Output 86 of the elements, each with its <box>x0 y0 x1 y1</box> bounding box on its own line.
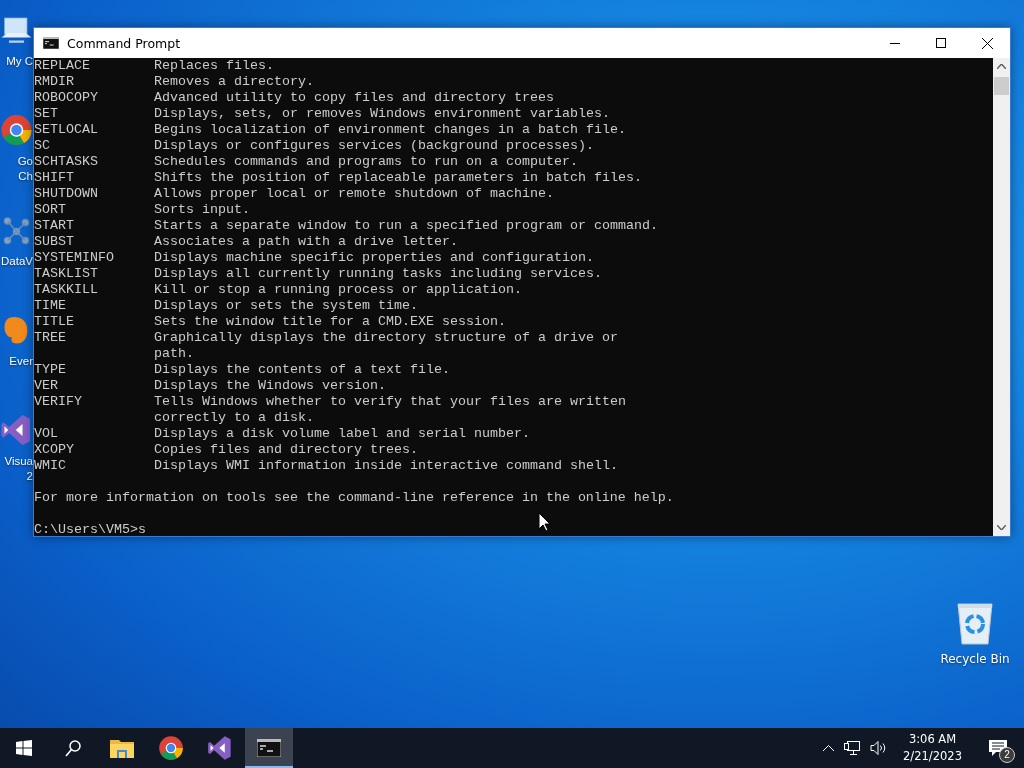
notifications-button[interactable]: 2 <box>976 728 1020 768</box>
scrollbar[interactable] <box>993 58 1010 536</box>
command-description: correctly to a disk. <box>154 410 315 426</box>
command-name: SHIFT <box>34 170 75 186</box>
scrollbar-thumb[interactable] <box>994 77 1009 95</box>
search-icon <box>65 739 81 757</box>
command-name: TYPE <box>34 362 67 378</box>
command-name: SUBST <box>34 234 75 250</box>
command-name: VERIFY <box>34 394 83 410</box>
window-title: Command Prompt <box>67 35 182 51</box>
maximize-icon <box>936 38 946 48</box>
command-name: RMDIR <box>34 74 75 90</box>
close-icon <box>981 37 993 49</box>
command-description: Replaces files. <box>154 58 274 74</box>
show-hidden-icons-button[interactable] <box>821 745 837 751</box>
command-description: Displays machine specific properties and configuration. <box>154 250 594 266</box>
network-button[interactable] <box>842 741 863 755</box>
notification-count-badge: 2 <box>999 747 1015 763</box>
command-name: SHUTDOWN <box>34 186 99 202</box>
desktop-icon-label[interactable]: Visua <box>4 454 33 469</box>
command-name: SYSTEMINFO <box>34 250 115 266</box>
desktop-icon-label[interactable]: Go <box>17 154 33 169</box>
command-name: XCOPY <box>34 442 75 458</box>
command-name: WMIC <box>34 458 67 474</box>
desktop-icon-label[interactable]: Ever <box>9 354 33 369</box>
chevron-up-icon <box>823 745 835 751</box>
command-description: Sorts input. <box>154 202 250 218</box>
command-description: Sets the window title for a CMD.EXE session. <box>154 314 506 330</box>
command-name: VER <box>34 378 59 394</box>
command-name: TASKLIST <box>34 266 99 282</box>
terminal-icon <box>257 739 281 757</box>
command-prompt-button[interactable] <box>245 728 293 768</box>
desktop-icon-label[interactable]: 2 <box>26 469 33 484</box>
command-description: Graphically displays the directory structure of a drive or <box>154 330 618 346</box>
command-description: Displays or configures services (background processes). <box>154 138 594 154</box>
command-description: Displays a disk volume label and serial number. <box>154 426 530 442</box>
command-description: Schedules commands and programs to run on a computer. <box>154 154 578 170</box>
clock[interactable]: 3:06 AM 2/21/2023 <box>895 731 970 765</box>
desktop-icon-label[interactable]: DataV <box>1 254 33 269</box>
command-description: Allows proper local or remote shutdown of machine. <box>154 186 554 202</box>
visual-studio-icon <box>207 735 233 761</box>
command-name: VOL <box>34 426 59 442</box>
command-name: SCHTASKS <box>34 154 99 170</box>
windows-logo-icon <box>16 740 32 756</box>
command-name: TREE <box>34 330 67 346</box>
desktop-icon-label[interactable]: My C <box>6 54 33 69</box>
minimize-icon <box>890 42 900 44</box>
command-description: path. <box>154 346 195 362</box>
recycle-bin-label: Recycle Bin <box>940 652 1010 666</box>
command-name: TITLE <box>34 314 75 330</box>
command-name: ROBOCOPY <box>34 90 99 106</box>
network-icon <box>844 741 861 755</box>
command-name: SETLOCAL <box>34 122 99 138</box>
chrome-icon <box>158 735 184 761</box>
speaker-icon <box>870 741 888 755</box>
help-note: For more information on tools see the command-line reference in the online help. <box>34 490 674 505</box>
command-name: TASKKILL <box>34 282 99 298</box>
folder-icon <box>110 738 134 758</box>
command-description: Displays the Windows version. <box>154 378 386 394</box>
caret-down-icon <box>997 525 1006 530</box>
command-description: Associates a path with a drive letter. <box>154 234 458 250</box>
command-description: Starts a separate window to run a specified program or command. <box>154 218 658 234</box>
caret-up-icon <box>997 64 1006 69</box>
command-description: Displays the contents of a text file. <box>154 362 450 378</box>
command-name: SC <box>34 138 51 154</box>
desktop-icon-label[interactable]: Ch <box>18 169 33 184</box>
command-description: Displays WMI information inside interactive command shell. <box>154 458 618 474</box>
command-description: Displays, sets, or removes Windows environment variables. <box>154 106 610 122</box>
command-name: SORT <box>34 202 67 218</box>
command-name: START <box>34 218 75 234</box>
command-description: Copies files and directory trees. <box>154 442 418 458</box>
recycle-bin-icon[interactable] <box>954 600 996 646</box>
command-description: Shifts the position of replaceable parameters in batch files. <box>154 170 642 186</box>
window-terminal-icon <box>43 37 59 49</box>
command-name: TIME <box>34 298 67 314</box>
command-description: Displays or sets the system time. <box>154 298 418 314</box>
command-name: REPLACE <box>34 58 91 74</box>
command-description: Removes a directory. <box>154 74 314 90</box>
command-description: Advanced utility to copy files and directory trees <box>154 90 554 106</box>
command-name: SET <box>34 106 59 122</box>
mouse-pointer-icon <box>538 512 551 532</box>
command-description: Displays all currently running tasks including services. <box>154 266 602 282</box>
command-prompt: C:\Users\VM5>s <box>34 522 146 536</box>
command-description: Kill or stop a running process or application. <box>154 282 522 298</box>
command-description: Begins localization of environment changes in a batch file. <box>154 122 626 138</box>
command-description: Tells Windows whether to verify that your files are written <box>154 394 626 410</box>
